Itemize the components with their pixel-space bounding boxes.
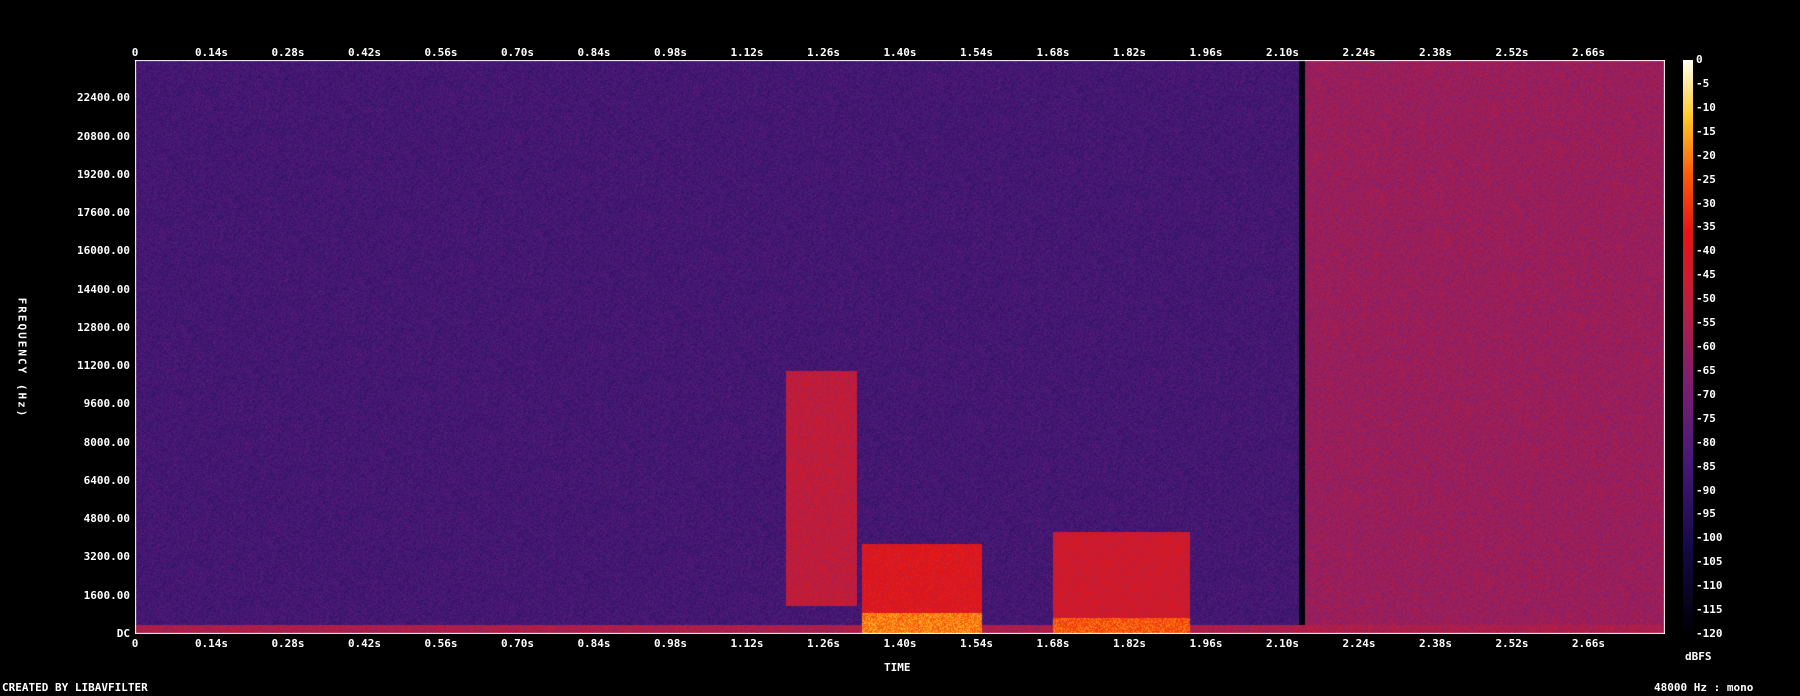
- x-tick-label: 0.84s: [577, 46, 611, 59]
- colorbar-tick-label: -15: [1696, 124, 1716, 138]
- x-tick-label: 0.28s: [271, 637, 305, 650]
- y-tick-label: 4800.00: [83, 512, 130, 526]
- x-tick-label: 0: [131, 46, 139, 59]
- x-tick-label: 0.14s: [194, 46, 229, 59]
- colorbar-tick-label: -90: [1696, 483, 1716, 497]
- x-tick-label: 0.42s: [347, 46, 382, 59]
- colorbar-tick-label: -60: [1696, 340, 1716, 353]
- x-tick-label: 0: [131, 637, 139, 650]
- colorbar-tick-label: -20: [1696, 148, 1716, 162]
- x-tick-label: 0.56s: [424, 46, 458, 59]
- x-tick-label: 1.26s: [806, 46, 841, 59]
- x-tick-label: 1.40s: [883, 637, 917, 650]
- x-tick-label: 0.42s: [347, 637, 382, 650]
- x-tick-label: 0.98s: [653, 637, 688, 650]
- colorbar-tick-label: -95: [1696, 507, 1716, 521]
- x-tick-label: 2.24s: [1342, 637, 1376, 650]
- colorbar-tick-label: -110: [1696, 579, 1723, 593]
- colorbar-tick-label: -105: [1696, 555, 1723, 569]
- x-tick-label: 0.70s: [500, 637, 535, 650]
- x-tick-label: 1.26s: [806, 637, 841, 650]
- colorbar-tick-label: -100: [1696, 531, 1723, 545]
- y-tick-label: 3200.00: [83, 550, 130, 564]
- y-tick-label: 22400.00: [77, 91, 130, 105]
- colorbar-tick-label: -55: [1696, 316, 1716, 330]
- x-tick-label: 0.14s: [194, 637, 229, 650]
- x-tick-label: 2.10s: [1265, 46, 1300, 59]
- x-tick-label: 1.40s: [883, 46, 917, 59]
- colorbar-tick-label: -85: [1696, 459, 1716, 473]
- x-tick-label: 1.68s: [1036, 637, 1070, 650]
- x-tick-label: 0.56s: [424, 637, 458, 650]
- colorbar-tick-label: -115: [1696, 603, 1723, 617]
- colorbar-tick-label: -25: [1696, 172, 1716, 186]
- colorbar-tick-label: -45: [1696, 268, 1716, 282]
- colorbar-tick-label: -50: [1696, 292, 1716, 306]
- colorbar-tick-label: -120: [1696, 627, 1723, 640]
- y-tick-label: 1600.00: [83, 588, 130, 602]
- x-tick-label: 2.52s: [1495, 637, 1529, 650]
- x-tick-label: 2.66s: [1571, 637, 1606, 650]
- x-tick-label: 1.12s: [730, 46, 764, 59]
- x-tick-label: 1.54s: [959, 637, 994, 650]
- x-tick-label: 2.38s: [1418, 46, 1453, 59]
- y-tick-label: DC: [116, 627, 130, 640]
- x-axis-title: TIME: [884, 661, 911, 674]
- y-tick-label: 19200.00: [77, 167, 130, 181]
- spectrogram-plot: [135, 60, 1665, 634]
- y-tick-label: 8000.00: [83, 435, 130, 449]
- colorbar-tick-label: -75: [1696, 411, 1716, 425]
- colorbar-tick-label: -40: [1696, 244, 1716, 258]
- x-tick-label: 2.66s: [1571, 46, 1606, 59]
- x-tick-label: 1.96s: [1189, 46, 1223, 59]
- x-tick-label: 0.70s: [500, 46, 535, 59]
- y-axis-title: FREQUENCY (Hz): [15, 297, 29, 419]
- colorbar: [1683, 60, 1693, 634]
- y-tick-label: 6400.00: [83, 473, 130, 487]
- x-tick-label: 0.84s: [577, 637, 611, 650]
- x-tick-label: 1.68s: [1036, 46, 1070, 59]
- x-tick-label: 0.28s: [271, 46, 305, 59]
- x-tick-label: 2.24s: [1342, 46, 1376, 59]
- y-tick-label: 20800.00: [77, 129, 130, 143]
- y-tick-label: 17600.00: [77, 206, 130, 220]
- x-tick-label: 1.82s: [1112, 46, 1147, 59]
- x-tick-label: 1.54s: [959, 46, 994, 59]
- colorbar-tick-label: -80: [1696, 435, 1716, 449]
- x-tick-label: 1.96s: [1189, 637, 1223, 650]
- x-tick-label: 2.10s: [1265, 637, 1300, 650]
- colorbar-tick-label: -70: [1696, 387, 1716, 401]
- colorbar-tick-label: -65: [1696, 363, 1716, 377]
- colorbar-tick-label: -10: [1696, 100, 1716, 114]
- colorbar-tick-label: -5: [1696, 76, 1710, 90]
- colorbar-label: dBFS: [1685, 650, 1712, 663]
- colorbar-tick-label: 0: [1696, 53, 1703, 66]
- x-tick-label: 2.38s: [1418, 637, 1453, 650]
- y-tick-label: 14400.00: [77, 282, 130, 296]
- colorbar-tick-label: -30: [1696, 196, 1716, 210]
- x-tick-label: 1.82s: [1112, 637, 1147, 650]
- colorbar-tick-label: -35: [1696, 220, 1716, 234]
- x-tick-label: 2.52s: [1495, 46, 1529, 59]
- y-tick-label: 16000.00: [77, 244, 130, 258]
- credit-text: CREATED BY LIBAVFILTER: [2, 681, 148, 694]
- x-tick-label: 1.12s: [730, 637, 764, 650]
- format-info: 48000 Hz : mono: [1654, 681, 1754, 694]
- x-tick-label: 0.98s: [653, 46, 688, 59]
